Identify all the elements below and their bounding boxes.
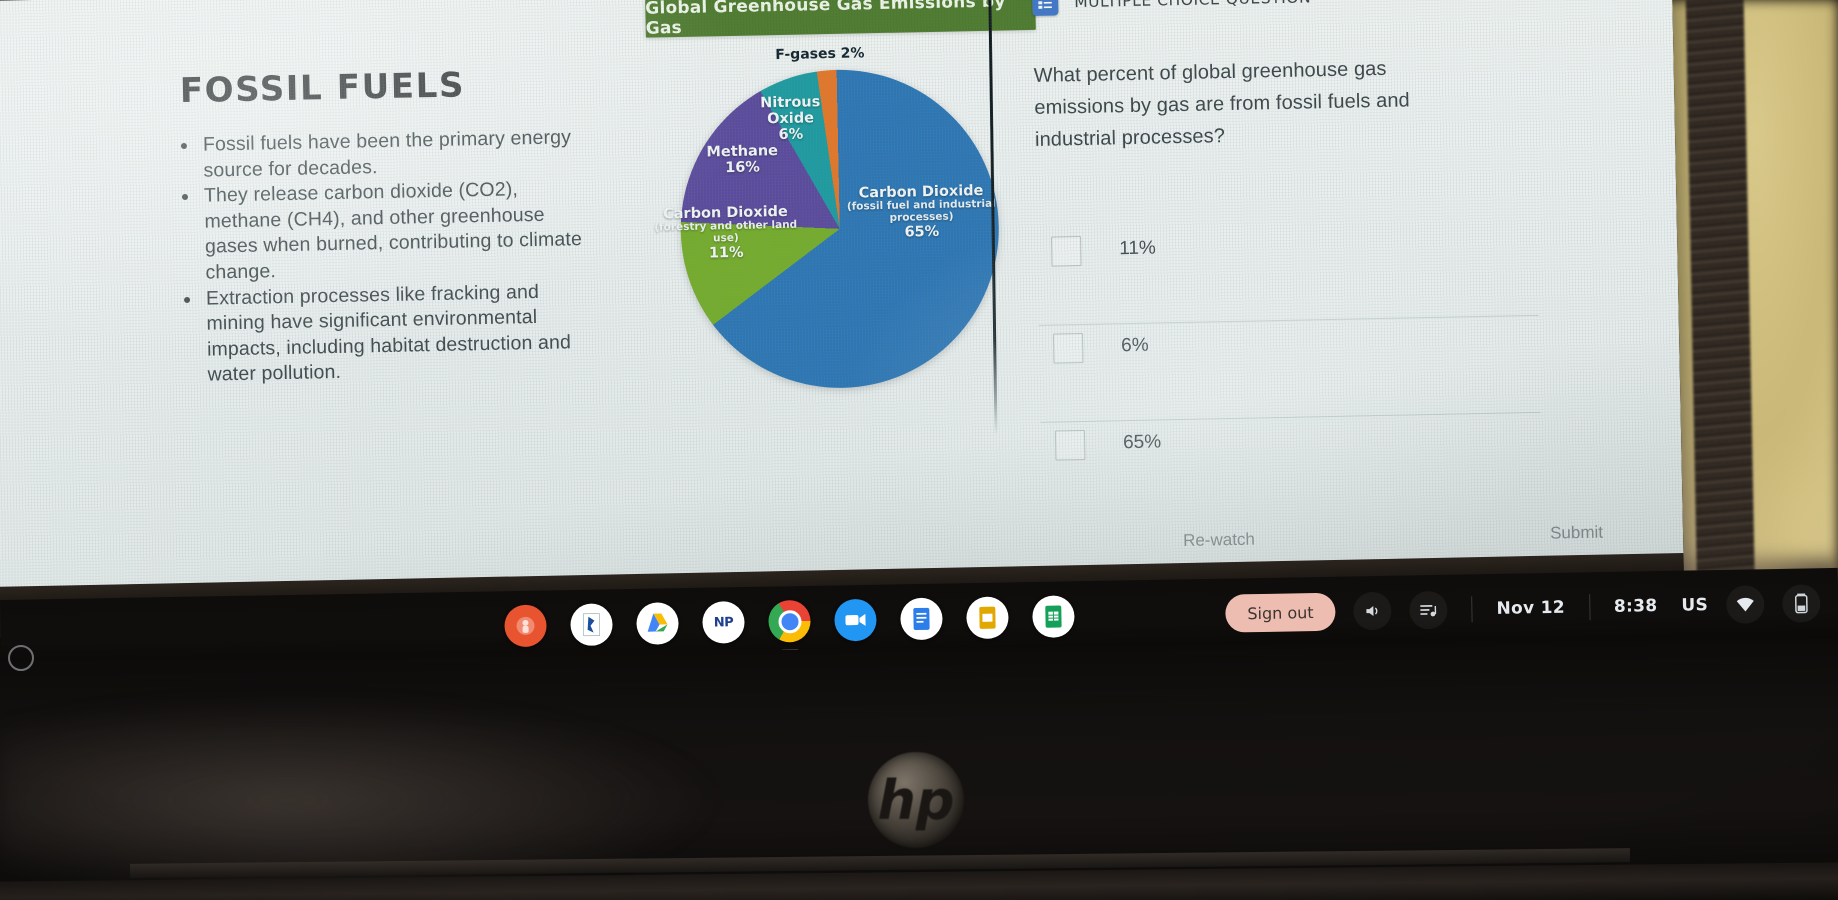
list-item: Extraction processes like fracking and m… bbox=[202, 278, 602, 388]
tray-divider bbox=[1588, 594, 1591, 621]
answer-option-2[interactable]: 6% bbox=[1038, 315, 1541, 423]
answer-options-list: 11% 6% 65% bbox=[1036, 218, 1543, 519]
pie-label-carbon-dioxide-fossil: Carbon Dioxide (fossil fuel and industri… bbox=[846, 182, 996, 241]
shelf-app-google-drive[interactable] bbox=[636, 602, 679, 645]
chrome-inner-circle bbox=[777, 609, 802, 633]
pie-label-methane: Methane 16% bbox=[706, 143, 779, 177]
wifi-icon[interactable] bbox=[1725, 585, 1765, 624]
question-text: What percent of global greenhouse gas em… bbox=[1033, 57, 1411, 151]
shelf-app-google-meet[interactable] bbox=[834, 598, 877, 642]
answer-checkbox[interactable] bbox=[1050, 236, 1082, 267]
playlist-icon[interactable] bbox=[1409, 590, 1448, 630]
question-panel: MULTIPLE CHOICE QUESTION What percent of… bbox=[1032, 0, 1595, 156]
shelf-date[interactable]: Nov 12 bbox=[1496, 598, 1565, 619]
shelf-app-screencastify[interactable] bbox=[570, 603, 613, 647]
answer-option-label: 65% bbox=[1122, 431, 1162, 454]
page-title: FOSSIL FUELS bbox=[179, 65, 466, 112]
shelf-time[interactable]: 8:38 bbox=[1614, 596, 1658, 617]
shelf-app-icons: NP bbox=[504, 595, 1075, 653]
pie-label-carbon-dioxide-land: Carbon Dioxide (forestry and other land … bbox=[654, 203, 798, 262]
shelf-locale[interactable]: US bbox=[1681, 595, 1708, 615]
shelf-app-google-sheets[interactable] bbox=[1032, 595, 1075, 638]
answer-option-label: 11% bbox=[1119, 237, 1157, 260]
speaker-icon[interactable] bbox=[1353, 591, 1392, 631]
shelf-app-nearpod[interactable]: NP bbox=[702, 601, 745, 644]
shelf-app-google-docs[interactable] bbox=[900, 597, 943, 641]
submit-button[interactable]: Submit bbox=[1550, 523, 1603, 548]
sign-out-button[interactable]: Sign out bbox=[1225, 592, 1336, 633]
battery-icon[interactable] bbox=[1781, 584, 1821, 623]
list-item: Fossil fuels have been the primary energ… bbox=[199, 125, 598, 184]
question-type-label: MULTIPLE CHOICE QUESTION bbox=[1074, 0, 1311, 11]
shelf-app-google-slides[interactable] bbox=[966, 596, 1009, 640]
chart-title: Global Greenhouse Gas Emissions by Gas bbox=[645, 0, 1036, 39]
slide-bullet-list: Fossil fuels have been the primary energ… bbox=[177, 125, 602, 389]
answer-checkbox[interactable] bbox=[1054, 429, 1086, 461]
presentation-slide: FOSSIL FUELS Fossil fuels have been the … bbox=[0, 0, 1684, 597]
rewatch-button[interactable]: Re-watch bbox=[1183, 530, 1255, 555]
laptop-screen-wrapper: FOSSIL FUELS Fossil fuels have been the … bbox=[0, 0, 1684, 613]
shelf-status-area: Sign out Nov 12 8:38 US bbox=[1225, 584, 1821, 633]
tray-divider bbox=[1471, 596, 1473, 623]
question-footer: Re-watch Submit bbox=[1183, 523, 1603, 555]
answer-option-label: 6% bbox=[1120, 334, 1149, 357]
photo-scene: FOSSIL FUELS Fossil fuels have been the … bbox=[0, 0, 1838, 900]
camera-indicator bbox=[8, 645, 34, 671]
pie-label-nitrous-oxide: Nitrous Oxide 6% bbox=[760, 94, 821, 144]
list-question-icon bbox=[1032, 0, 1059, 16]
pie-chart: F-gases 2% Nitrous Oxide 6% Methane 16% … bbox=[643, 33, 1070, 411]
laptop-screen: FOSSIL FUELS Fossil fuels have been the … bbox=[0, 0, 1684, 613]
list-item: They release carbon dioxide (CO2), metha… bbox=[200, 176, 600, 286]
pie-label-fgases: F-gases 2% bbox=[775, 45, 865, 64]
answer-option-3[interactable]: 65% bbox=[1041, 413, 1543, 519]
shelf-app-launcher[interactable] bbox=[504, 604, 547, 648]
question-header: MULTIPLE CHOICE QUESTION bbox=[1032, 0, 1592, 16]
answer-option-1[interactable]: 11% bbox=[1036, 218, 1539, 326]
answer-checkbox[interactable] bbox=[1052, 332, 1084, 364]
shelf-app-google-chrome[interactable] bbox=[768, 599, 811, 653]
hp-logo: hp bbox=[868, 752, 964, 848]
